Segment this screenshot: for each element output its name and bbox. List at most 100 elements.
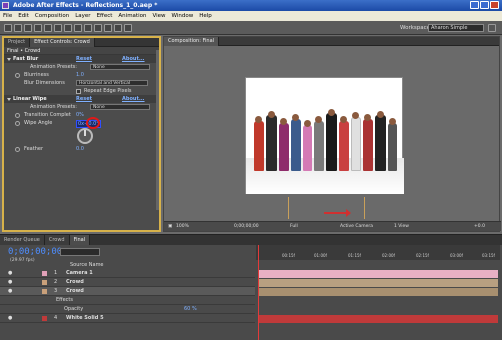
fast-blur-presets-dropdown[interactable]: None <box>90 64 150 70</box>
minimize-button[interactable] <box>470 1 479 9</box>
stopwatch-icon[interactable] <box>15 112 20 118</box>
linear-wipe-about-link[interactable]: About... <box>122 95 145 103</box>
puppet-tool-icon[interactable] <box>124 24 132 32</box>
time-ruler[interactable]: 00:15f 01:00f 01:15f 02:00f 02:15f 03:00… <box>256 245 500 260</box>
camera-dropdown[interactable]: Active Camera <box>340 222 373 231</box>
camera-tool-icon[interactable] <box>44 24 52 32</box>
composition-panel: Composition: Final ▣ 100% 0;00;00;00 Ful… <box>163 36 501 232</box>
layer-search-input[interactable] <box>60 248 100 256</box>
opacity-value[interactable]: 60 % <box>184 305 197 314</box>
stopwatch-icon[interactable] <box>15 146 20 152</box>
tab-effect-controls[interactable]: Effect Controls: Crowd <box>30 38 95 47</box>
layer-row[interactable]: ● 2 Crowd <box>0 278 255 287</box>
blurriness-row: Blurriness 1.0 <box>4 71 159 79</box>
linear-wipe-effect-row[interactable]: Linear Wipe Reset About... <box>4 95 159 103</box>
zoom-level[interactable]: 100% <box>176 222 189 231</box>
label-color-swatch[interactable] <box>42 271 47 276</box>
source-name-column-header[interactable]: Source Name <box>70 262 104 268</box>
label-color-swatch[interactable] <box>42 289 47 294</box>
linear-wipe-reset-link[interactable]: Reset <box>76 95 92 103</box>
menu-file[interactable]: File <box>0 11 15 21</box>
layer-name[interactable]: Crowd <box>66 287 84 296</box>
scrollbar[interactable] <box>156 50 159 210</box>
stopwatch-icon[interactable] <box>15 120 20 126</box>
layer-row[interactable]: ● 4 White Solid 5 <box>0 314 255 323</box>
layer-bar[interactable] <box>258 270 498 278</box>
tab-final[interactable]: Final <box>69 235 91 245</box>
eraser-tool-icon[interactable] <box>114 24 122 32</box>
linear-wipe-presets-dropdown[interactable]: None <box>90 104 150 110</box>
brush-tool-icon[interactable] <box>94 24 102 32</box>
timeline-current-time[interactable]: 0;00;00;00 <box>8 247 62 257</box>
hand-tool-icon[interactable] <box>14 24 22 32</box>
exposure-value[interactable]: +0.0 <box>474 222 485 231</box>
menu-help[interactable]: Help <box>196 11 215 21</box>
visibility-eye-icon[interactable]: ● <box>8 287 12 296</box>
arrow-head-icon <box>346 209 351 217</box>
menu-window[interactable]: Window <box>169 11 197 21</box>
tab-project[interactable]: Project <box>4 38 31 47</box>
crowd-person <box>303 125 312 171</box>
effects-label[interactable]: Effects <box>56 296 73 305</box>
ruler-tick: 02:00f <box>382 253 395 258</box>
layer-row[interactable]: ● 1 Camera 1 <box>0 269 255 278</box>
visibility-eye-icon[interactable]: ● <box>8 269 12 278</box>
fast-blur-reset-link[interactable]: Reset <box>76 55 92 63</box>
magnify-icon[interactable]: ▣ <box>168 222 172 231</box>
composition-viewer[interactable] <box>245 77 404 194</box>
rectangle-tool-icon[interactable] <box>64 24 72 32</box>
current-time-indicator[interactable] <box>258 245 259 340</box>
close-button[interactable] <box>490 1 499 9</box>
angle-dial-icon[interactable] <box>77 128 93 144</box>
menu-animation[interactable]: Animation <box>115 11 149 21</box>
view-layout-dropdown[interactable]: 1 View <box>394 222 409 231</box>
feather-value[interactable]: 0.0 <box>76 145 84 153</box>
tab-crowd[interactable]: Crowd <box>44 235 70 245</box>
layer-bar[interactable] <box>258 288 498 296</box>
layer-name[interactable]: White Solid 5 <box>66 314 104 323</box>
menu-effect[interactable]: Effect <box>94 11 116 21</box>
expand-triangle-icon[interactable] <box>7 98 11 101</box>
effects-group-row[interactable]: Effects <box>0 296 255 305</box>
fast-blur-effect-row[interactable]: Fast Blur Reset About... <box>4 55 159 63</box>
menu-edit[interactable]: Edit <box>15 11 32 21</box>
label-color-swatch[interactable] <box>42 316 47 321</box>
current-time-display[interactable]: 0;00;00;00 <box>234 222 259 231</box>
layer-bar[interactable] <box>258 315 498 323</box>
workspace-dropdown[interactable]: Aharon Simple <box>428 24 484 32</box>
pan-behind-tool-icon[interactable] <box>54 24 62 32</box>
stopwatch-icon[interactable] <box>15 72 20 78</box>
visibility-eye-icon[interactable]: ● <box>8 278 12 287</box>
menu-composition[interactable]: Composition <box>32 11 72 21</box>
rotate-tool-icon[interactable] <box>34 24 42 32</box>
resolution-dropdown[interactable]: Full <box>290 222 298 231</box>
repeat-edge-checkbox[interactable] <box>76 88 81 94</box>
blurriness-value[interactable]: 1.0 <box>76 71 84 79</box>
layer-bar[interactable] <box>258 279 498 287</box>
search-help-icon[interactable] <box>488 24 496 32</box>
crowd-head <box>280 118 287 125</box>
blur-dimensions-dropdown[interactable]: Horizontal and Vertical <box>76 80 148 86</box>
menu-view[interactable]: View <box>149 11 168 21</box>
ruler-tick: 00:15f <box>282 253 295 258</box>
maximize-button[interactable] <box>480 1 489 9</box>
fast-blur-about-link[interactable]: About... <box>122 55 145 63</box>
zoom-tool-icon[interactable] <box>24 24 32 32</box>
opacity-property-row[interactable]: Opacity 60 % <box>0 305 255 314</box>
text-tool-icon[interactable] <box>84 24 92 32</box>
repeat-edge-row: Repeat Edge Pixels <box>4 87 159 95</box>
layer-row[interactable]: ● 3 Crowd <box>0 287 255 296</box>
transition-complete-value[interactable]: 0% <box>76 111 84 119</box>
visibility-eye-icon[interactable]: ● <box>8 314 12 323</box>
menu-layer[interactable]: Layer <box>72 11 93 21</box>
tab-render-queue[interactable]: Render Queue <box>0 235 45 245</box>
layer-name[interactable]: Crowd <box>66 278 84 287</box>
clone-stamp-tool-icon[interactable] <box>104 24 112 32</box>
label-color-swatch[interactable] <box>42 280 47 285</box>
crowd-person <box>314 121 324 171</box>
expand-triangle-icon[interactable] <box>7 58 11 61</box>
layer-name[interactable]: Camera 1 <box>66 269 93 278</box>
pen-tool-icon[interactable] <box>74 24 82 32</box>
selection-tool-icon[interactable] <box>4 24 12 32</box>
tab-composition-final[interactable]: Composition: Final <box>164 37 220 46</box>
